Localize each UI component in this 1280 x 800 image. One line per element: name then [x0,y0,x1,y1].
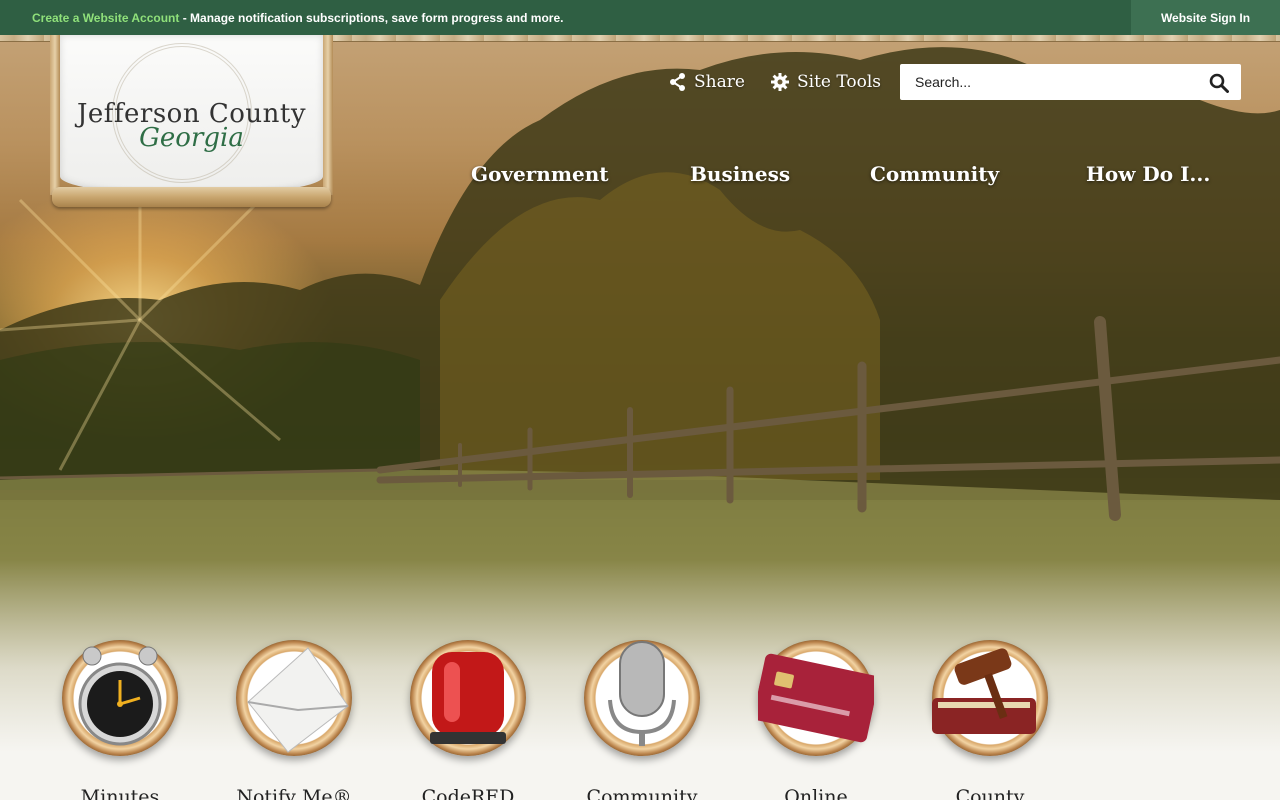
search-icon[interactable] [1209,73,1229,93]
site-logo[interactable]: Jefferson County Georgia [50,35,333,212]
share-button[interactable]: Share [670,72,745,92]
notification-text: Create a Website Account - Manage notifi… [0,11,563,25]
share-icon [670,73,685,91]
search-box [900,64,1241,100]
quick-link-online[interactable]: Online [746,640,886,800]
quick-link-notify-me[interactable]: Notify Me® [224,640,364,800]
quick-link-label: Community [586,786,698,800]
quick-link-community[interactable]: Community [572,640,712,800]
site-tools-label: Site Tools [797,72,882,92]
search-input[interactable] [900,64,1200,100]
gear-icon [771,73,789,91]
quick-link-ring [584,640,700,756]
create-account-link[interactable]: Create a Website Account [32,11,179,25]
nav-community[interactable]: Community [870,162,999,186]
notification-message: - Manage notification subscriptions, sav… [179,10,564,25]
quick-link-label: Minutes [80,786,160,800]
microphone-icon [608,641,676,746]
nav-government[interactable]: Government [471,162,609,186]
quick-link-label: Notify Me® [236,786,352,800]
website-sign-in-button[interactable]: Website Sign In [1131,0,1280,35]
quick-link-minutes[interactable]: Minutes [50,640,190,800]
quick-link-ring [410,640,526,756]
nav-how-do-i[interactable]: How Do I... [1086,162,1210,186]
quick-link-codered[interactable]: CodeRED [398,640,538,800]
quick-link-label: County [955,786,1025,800]
site-tools-button[interactable]: Site Tools [771,72,881,92]
siren-icon [430,652,506,744]
quick-link-label: Online [784,786,848,800]
quick-link-ring [932,640,1048,756]
nav-business[interactable]: Business [690,162,790,186]
envelope-icon [247,647,349,753]
logo-state-name: Georgia [139,123,244,153]
quick-link-label: CodeRED [421,786,515,800]
quick-link-ring [758,640,874,756]
banner-rod [52,187,331,207]
quick-link-county[interactable]: County [920,640,1060,800]
notification-bar: Create a Website Account - Manage notifi… [0,0,1280,35]
alarm-clock-icon [78,646,162,746]
quick-link-ring [62,640,178,756]
quick-link-ring [236,640,352,756]
share-label: Share [694,72,745,92]
gavel-icon [932,648,1036,734]
credit-card-icon [758,653,874,743]
